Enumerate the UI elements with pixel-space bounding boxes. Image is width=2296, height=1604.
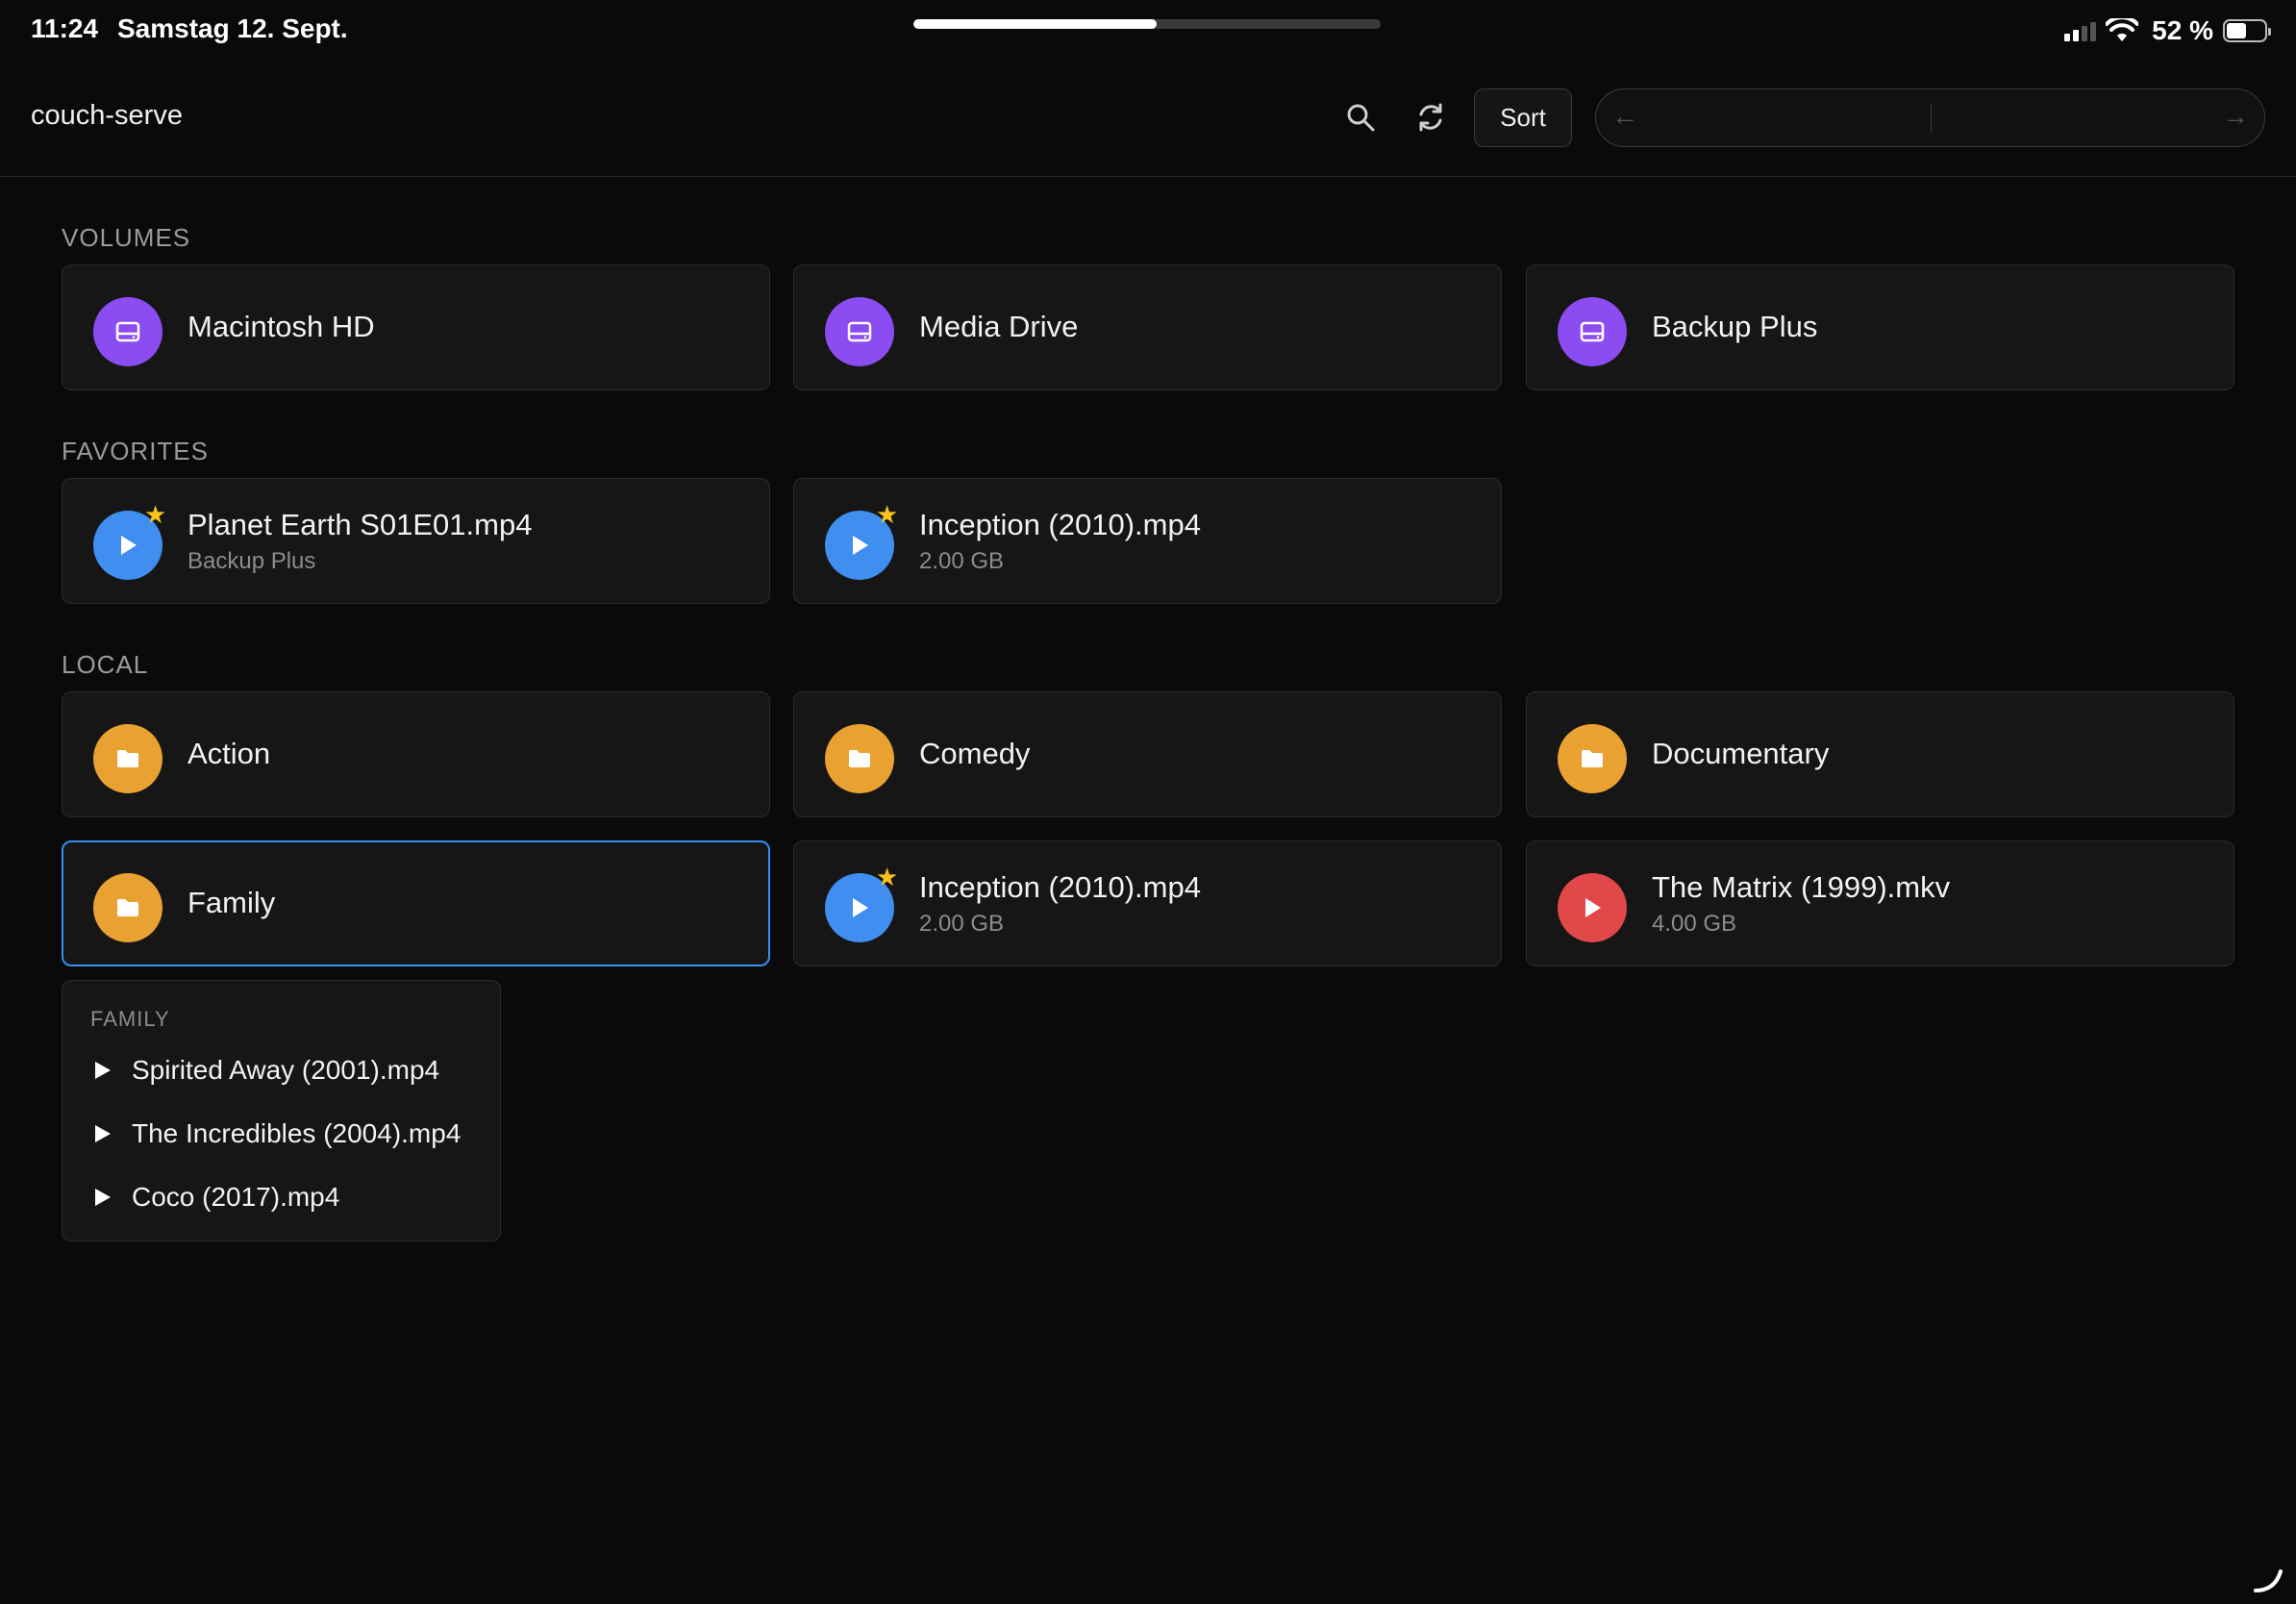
card-title: Action [187, 737, 271, 770]
battery-icon [2223, 19, 2271, 42]
folder-card-action[interactable]: Action [62, 691, 770, 817]
popover-header: FAMILY [90, 1007, 170, 1031]
popover-item-label: Coco (2017).mp4 [132, 1182, 340, 1212]
star-icon: ★ [876, 863, 899, 891]
family-folder-popover: FAMILY Spirited Away (2001).mp4 The Incr… [62, 980, 501, 1241]
folder-card-comedy[interactable]: Comedy [793, 691, 1502, 817]
volume-card-macintosh-hd[interactable]: Macintosh HD [62, 264, 770, 390]
card-title: The Matrix (1999).mkv [1652, 870, 1951, 904]
card-subtitle: 2.00 GB [919, 548, 1005, 574]
card-title: Documentary [1652, 737, 1830, 770]
page-progress-fill [913, 19, 1157, 29]
folder-icon [93, 724, 162, 793]
card-title: Family [187, 886, 276, 919]
popover-item[interactable]: Spirited Away (2001).mp4 [95, 1051, 439, 1090]
battery-level [2227, 23, 2246, 38]
popover-item-label: The Incredibles (2004).mp4 [132, 1118, 462, 1148]
page-progress-bar [913, 19, 1381, 29]
popover-item[interactable]: The Incredibles (2004).mp4 [95, 1115, 461, 1153]
scrubber-divider [1931, 103, 1932, 134]
wifi-icon [2106, 18, 2139, 41]
resize-handle-icon[interactable] [2250, 1558, 2288, 1596]
popover-item-label: Spirited Away (2001).mp4 [132, 1055, 440, 1085]
play-icon [95, 1062, 111, 1079]
battery-percent: 52 % [2152, 15, 2213, 45]
star-icon: ★ [144, 500, 167, 529]
folder-icon [93, 873, 162, 942]
refresh-icon[interactable] [1410, 96, 1452, 138]
video-card-inception[interactable]: ★ Inception (2010).mp4 2.00 GB [793, 840, 1502, 966]
volume-card-media-drive[interactable]: Media Drive [793, 264, 1502, 390]
play-icon [95, 1189, 111, 1206]
popover-item[interactable]: Coco (2017).mp4 [95, 1178, 339, 1216]
card-title: Backup Plus [1652, 310, 1818, 343]
card-subtitle: 2.00 GB [919, 911, 1005, 937]
forward-arrow-icon[interactable]: → [2222, 101, 2249, 132]
toolbar: couch-serve Sort ← → [0, 62, 2296, 177]
card-title: Macintosh HD [187, 310, 375, 343]
folder-card-family[interactable]: Family [62, 840, 770, 966]
play-icon [1558, 873, 1627, 942]
favorite-card-inception[interactable]: ★ Inception (2010).mp4 2.00 GB [793, 478, 1502, 604]
card-title: Inception (2010).mp4 [919, 870, 1201, 904]
sort-button[interactable]: Sort [1474, 88, 1572, 147]
video-card-the-matrix[interactable]: The Matrix (1999).mkv 4.00 GB [1526, 840, 2234, 966]
section-label-favorites: FAVORITES [62, 437, 209, 465]
star-icon: ★ [876, 500, 899, 529]
status-icons: 52 % [2064, 12, 2271, 50]
card-title: Comedy [919, 737, 1031, 770]
signal-icon [2064, 20, 2097, 41]
volume-card-backup-plus[interactable]: Backup Plus [1526, 264, 2234, 390]
drive-icon [93, 297, 162, 366]
card-subtitle: Backup Plus [187, 548, 316, 574]
card-subtitle: 4.00 GB [1652, 911, 1737, 937]
folder-icon [825, 724, 894, 793]
navigation-scrubber[interactable]: ← → [1595, 88, 2265, 147]
search-icon[interactable] [1339, 96, 1382, 138]
play-icon [95, 1125, 111, 1142]
drive-icon [825, 297, 894, 366]
app-title: couch-serve [31, 100, 183, 131]
favorite-card-planet-earth[interactable]: ★ Planet Earth S01E01.mp4 Backup Plus [62, 478, 770, 604]
status-date: Samstag 12. Sept. [117, 13, 348, 43]
card-title: Planet Earth S01E01.mp4 [187, 508, 533, 541]
section-label-volumes: VOLUMES [62, 223, 191, 252]
card-title: Media Drive [919, 310, 1079, 343]
status-bar: 11:24 Samstag 12. Sept. 52 % [0, 0, 2296, 62]
section-label-local: LOCAL [62, 650, 149, 679]
card-title: Inception (2010).mp4 [919, 508, 1201, 541]
folder-icon [1558, 724, 1627, 793]
back-arrow-icon[interactable]: ← [1611, 101, 1638, 132]
folder-card-documentary[interactable]: Documentary [1526, 691, 2234, 817]
status-time: 11:24 [31, 13, 99, 43]
drive-icon [1558, 297, 1627, 366]
